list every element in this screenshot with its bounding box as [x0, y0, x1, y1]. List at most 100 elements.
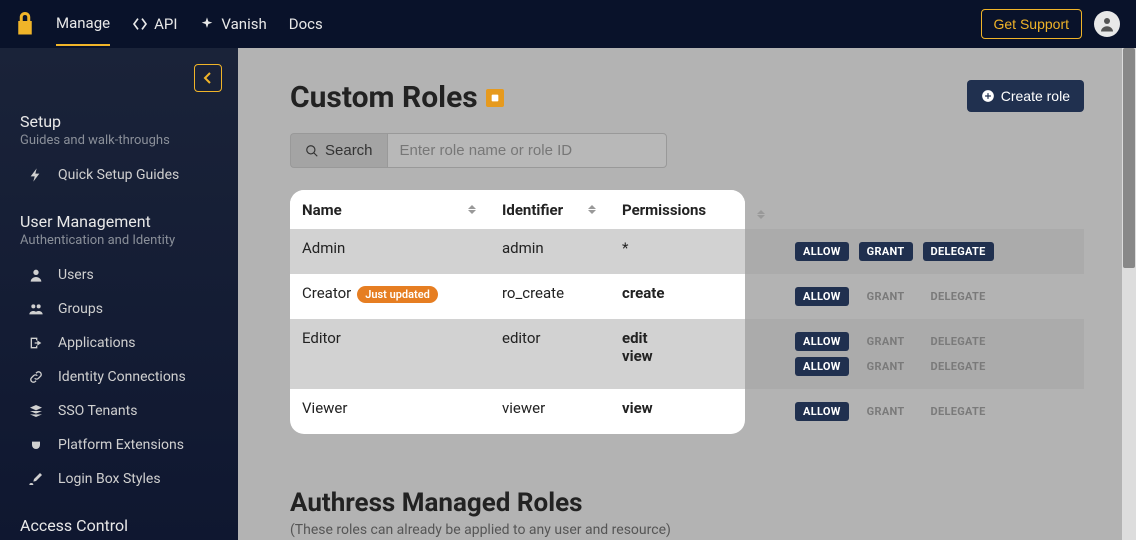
avatar[interactable] — [1094, 11, 1120, 37]
plug-icon — [28, 437, 44, 453]
sidebar-item-login-box-styles[interactable]: Login Box Styles — [0, 462, 238, 496]
exit-icon — [28, 335, 44, 351]
cell-grants: ALLOW GRANT DELEGATE — [745, 389, 1084, 434]
grant-delegate[interactable]: DELEGATE — [923, 402, 994, 421]
cell-grants: ALLOW GRANT DELEGATE — [745, 274, 1084, 319]
table-row[interactable]: Viewerviewerview ALLOW GRANT DELEGATE — [290, 389, 1084, 434]
grant-delegate[interactable]: DELEGATE — [923, 332, 994, 351]
roles-table: Name Identifier Permissions Adminadmin*A… — [290, 190, 1084, 434]
grant-grant[interactable]: GRANT — [859, 242, 913, 261]
nav-links: Manage API Vanish Docs — [56, 2, 323, 46]
logo[interactable] — [16, 12, 34, 36]
cell-grants: ALLOW GRANT DELEGATE ALLOW GRANT DELEGATE — [745, 319, 1084, 389]
nav-link-docs[interactable]: Docs — [289, 3, 323, 45]
sidebar-section-sub: Authentication and Identity — [20, 233, 218, 248]
cell-identifier: ro_create — [490, 274, 610, 319]
sidebar-item-label: Identity Connections — [58, 369, 186, 385]
table-row[interactable]: EditoreditoreditviewALLOWGRANTDELEGATEAL… — [290, 319, 1084, 389]
sidebar-item-groups[interactable]: Groups — [0, 292, 238, 326]
topnav-left: Manage API Vanish Docs — [16, 2, 323, 46]
sidebar-item-sso-tenants[interactable]: SSO Tenants — [0, 394, 238, 428]
cell-name: Editor — [290, 319, 490, 389]
cell-permissions: create — [610, 274, 745, 319]
nav-link-vanish-label: Vanish — [221, 15, 266, 33]
sidebar-item-label: Applications — [58, 335, 136, 351]
grant-grant[interactable]: GRANT — [859, 287, 913, 306]
grant-allow[interactable]: ALLOW — [795, 357, 849, 376]
user-icon — [28, 267, 44, 283]
search-input[interactable] — [387, 133, 667, 168]
nav-link-api-label: API — [154, 15, 177, 33]
cell-identifier: editor — [490, 319, 610, 389]
sidebar-item-quick-setup[interactable]: Quick Setup Guides — [0, 158, 238, 192]
topnav-right: Get Support — [981, 9, 1121, 39]
grant-grant[interactable]: GRANT — [859, 332, 913, 351]
sidebar-item-platform-extensions[interactable]: Platform Extensions — [0, 428, 238, 462]
grant-delegate[interactable]: DELEGATE — [923, 357, 994, 376]
sidebar-item-identity-connections[interactable]: Identity Connections — [0, 360, 238, 394]
cell-identifier: viewer — [490, 389, 610, 434]
grant-row: ALLOW GRANT DELEGATE — [795, 284, 1072, 309]
grant-grant[interactable]: GRANT — [859, 357, 913, 376]
sidebar-section-access-control: Access Control — [0, 516, 238, 535]
plus-circle-icon — [981, 89, 995, 103]
bolt-icon — [28, 167, 44, 183]
sidebar-section-title: Setup — [20, 112, 218, 131]
cell-permissions: view — [610, 389, 745, 434]
nav-link-vanish[interactable]: Vanish — [199, 3, 266, 45]
th-label: Identifier — [502, 201, 563, 219]
grant-allow[interactable]: ALLOW — [795, 332, 849, 351]
th-grants[interactable] — [745, 190, 1084, 229]
grant-allow[interactable]: ALLOW — [795, 287, 849, 306]
sidebar-item-label: Quick Setup Guides — [58, 167, 179, 183]
grant-allow[interactable]: ALLOW — [795, 402, 849, 421]
grant-delegate[interactable]: DELEGATE — [923, 287, 994, 306]
search-label: Search — [325, 142, 373, 159]
sidebar-item-applications[interactable]: Applications — [0, 326, 238, 360]
code-icon — [132, 16, 148, 32]
create-role-label: Create role — [1001, 88, 1070, 104]
sort-icon — [588, 205, 598, 214]
grant-delegate[interactable]: DELEGATE — [923, 242, 994, 261]
get-support-button[interactable]: Get Support — [981, 9, 1083, 39]
th-identifier[interactable]: Identifier — [490, 190, 610, 229]
grant-row: ALLOW GRANT DELEGATE — [795, 354, 1072, 379]
grant-allow[interactable]: ALLOW — [795, 242, 849, 261]
users-icon — [28, 301, 44, 317]
table-row[interactable]: CreatorJust updatedro_createcreate ALLOW G… — [290, 274, 1084, 319]
cell-name: Viewer — [290, 389, 490, 434]
sidebar-section-setup: Setup Guides and walk-throughs — [0, 112, 238, 148]
sidebar-item-label: SSO Tenants — [58, 403, 137, 419]
managed-roles-title: Authress Managed Roles — [290, 488, 1084, 518]
th-permissions: Permissions — [610, 190, 745, 229]
scrollbar-track[interactable] — [1122, 48, 1136, 540]
book-icon[interactable] — [486, 89, 504, 107]
nav-link-manage[interactable]: Manage — [56, 2, 110, 46]
cell-name: CreatorJust updated — [290, 274, 490, 319]
sidebar-section-title: Access Control — [20, 516, 218, 535]
sidebar-section-user-management: User Management Authentication and Ident… — [0, 212, 238, 248]
page-title: Custom Roles — [290, 80, 504, 115]
chevron-left-icon — [202, 72, 214, 84]
sidebar-section-sub: Guides and walk-throughs — [20, 133, 218, 148]
managed-roles-section: Authress Managed Roles (These roles can … — [290, 488, 1084, 538]
sidebar-item-users[interactable]: Users — [0, 258, 238, 292]
grant-row: ALLOW GRANT DELEGATE — [795, 329, 1072, 354]
search-button[interactable]: Search — [290, 133, 387, 168]
just-updated-badge: Just updated — [357, 286, 438, 303]
grant-row: ALLOW GRANT DELEGATE — [795, 399, 1072, 424]
th-label: Name — [302, 201, 342, 219]
layers-icon — [28, 403, 44, 419]
sparkle-icon — [199, 16, 215, 32]
nav-link-api[interactable]: API — [132, 3, 177, 45]
user-icon — [1098, 15, 1116, 33]
scrollbar-thumb[interactable] — [1123, 48, 1135, 268]
role-name: Editor — [302, 329, 341, 347]
th-name[interactable]: Name — [290, 190, 490, 229]
table-row[interactable]: Adminadmin*ALLOWGRANTDELEGATE — [290, 229, 1084, 274]
logo-icon — [16, 12, 34, 36]
grant-grant[interactable]: GRANT — [859, 402, 913, 421]
collapse-sidebar-button[interactable] — [194, 64, 222, 92]
create-role-button[interactable]: Create role — [967, 80, 1084, 112]
main-content: Custom Roles Create role Search — [238, 48, 1136, 540]
